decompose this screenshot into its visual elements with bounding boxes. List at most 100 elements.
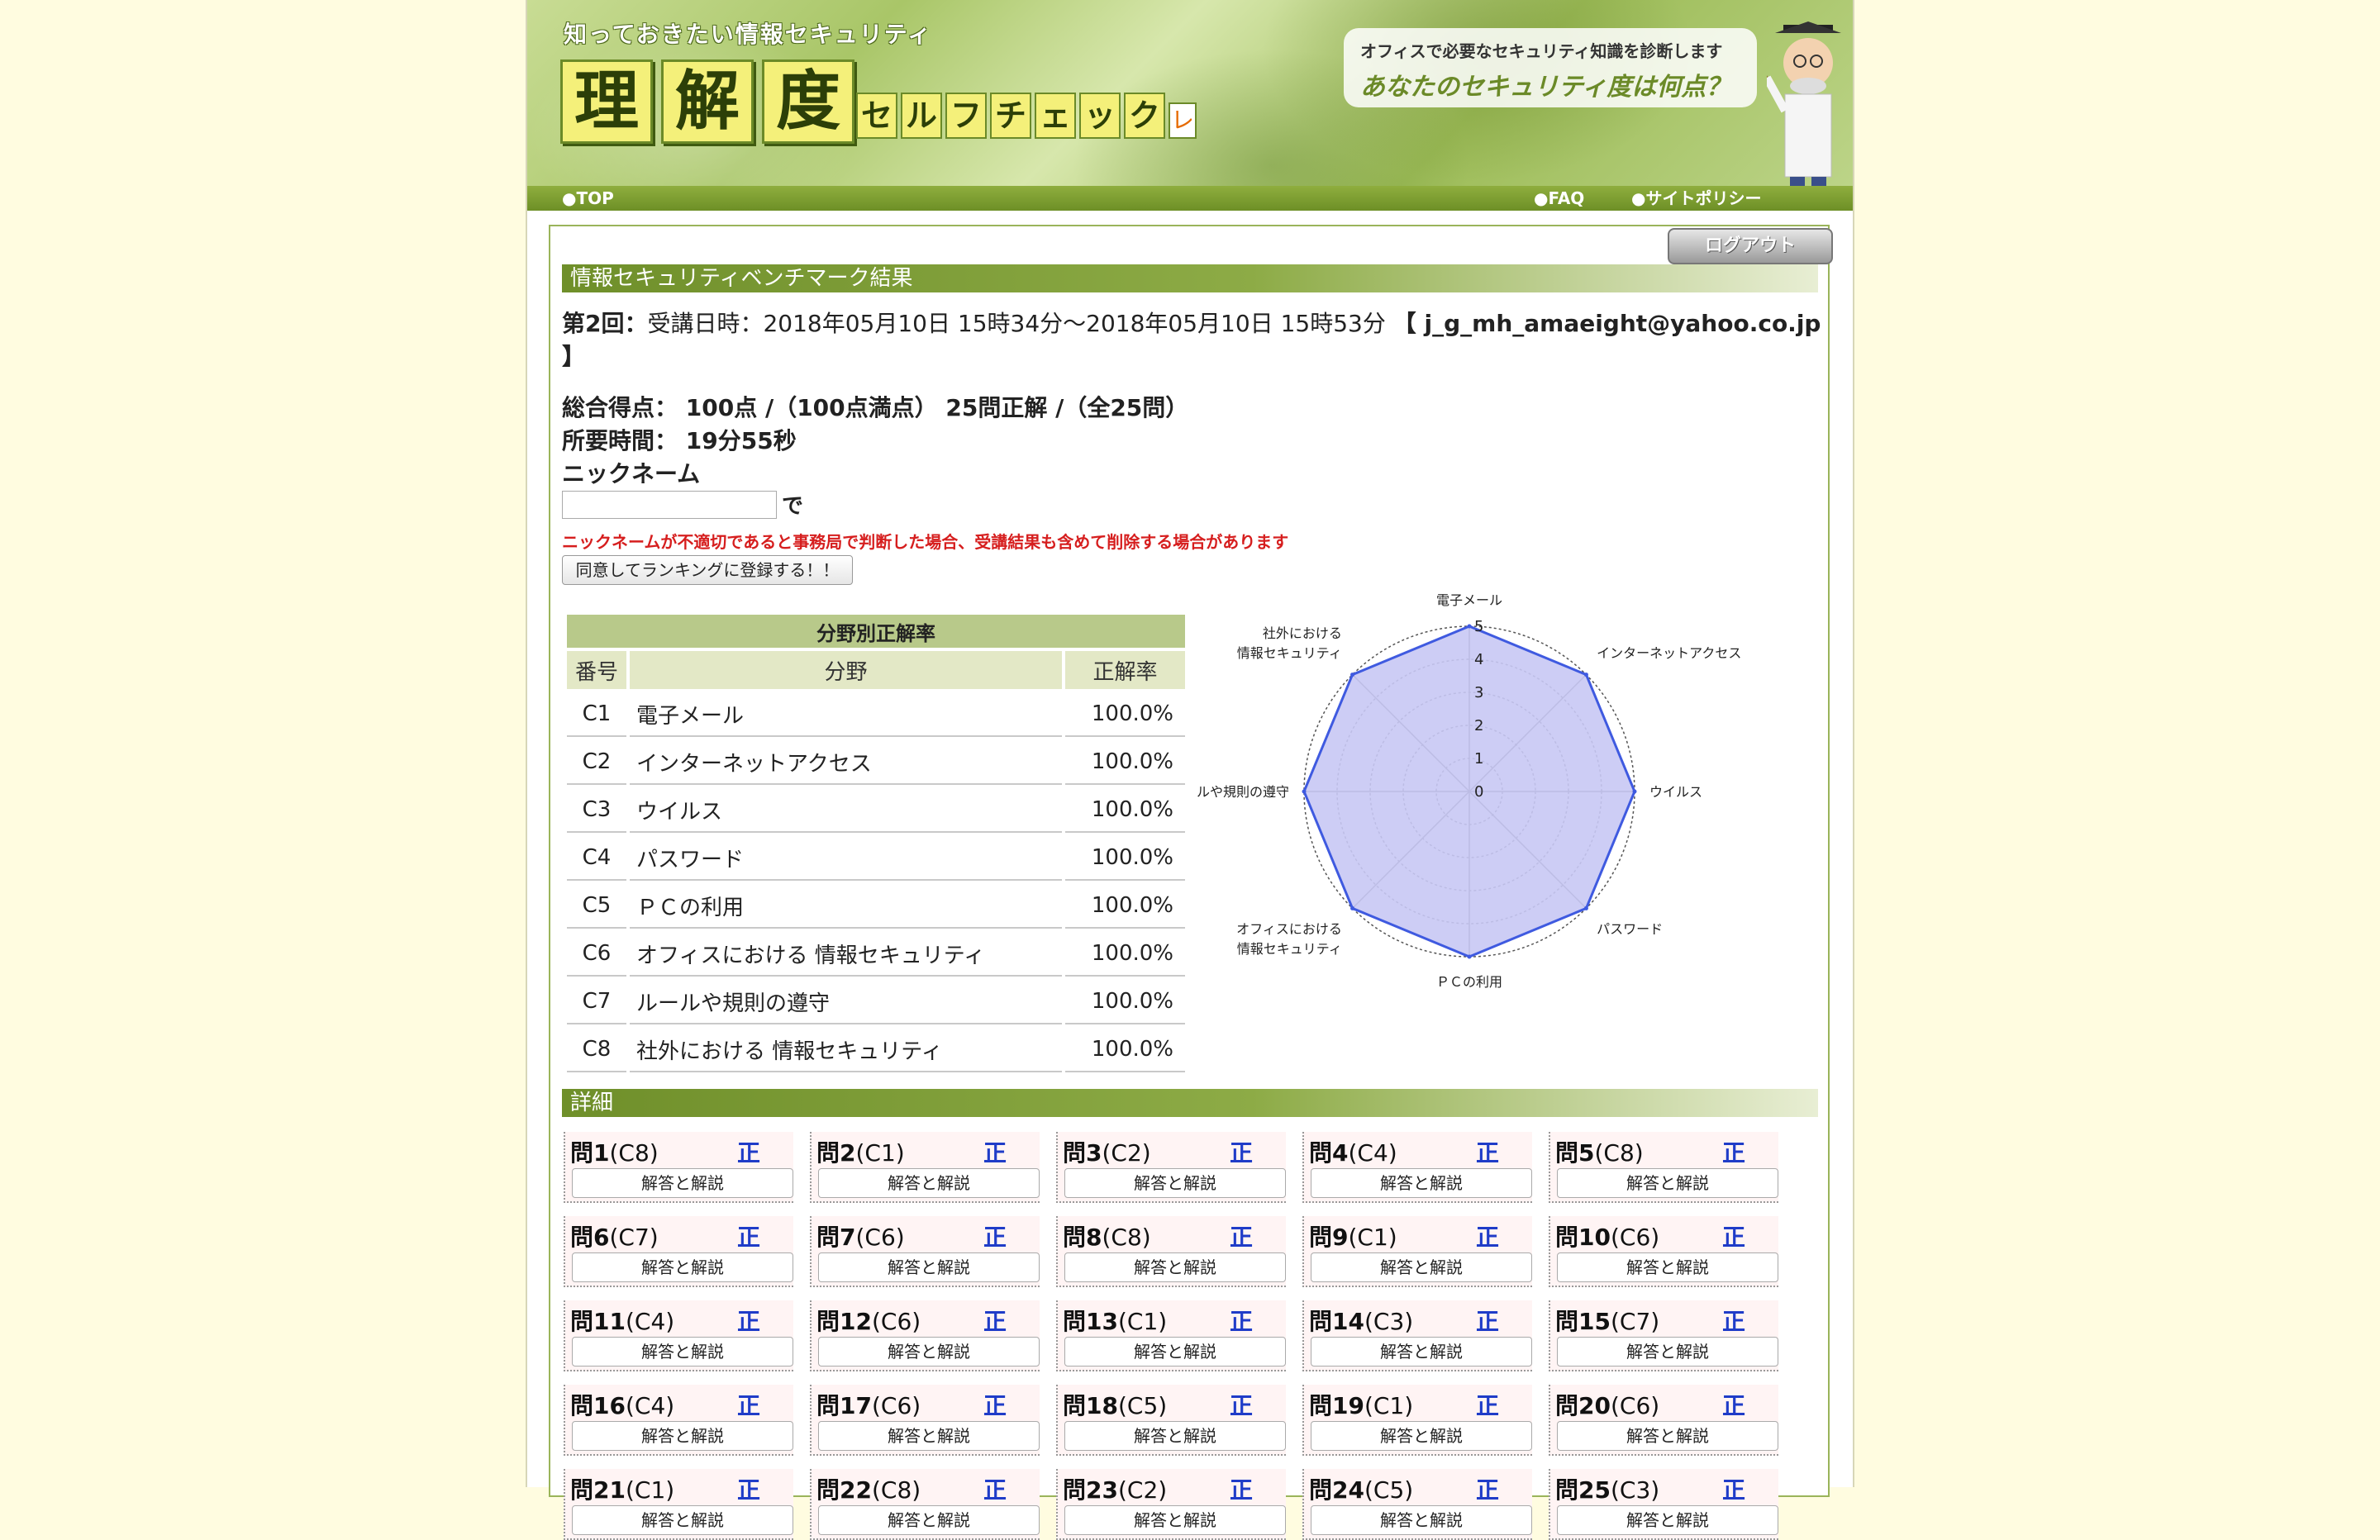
explanation-button[interactable]: 解答と解説 <box>818 1337 1040 1367</box>
cell-rate: 100.0% <box>1065 740 1185 785</box>
correct-mark: 正 <box>737 1476 761 1504</box>
explanation-button[interactable]: 解答と解説 <box>1311 1505 1532 1535</box>
explanation-button[interactable]: 解答と解説 <box>1064 1252 1286 1282</box>
nav-top-link[interactable]: ●TOP <box>562 186 614 211</box>
cell-field: パスワード <box>630 836 1062 881</box>
question-card: 問3(C2) 正解答と解説 <box>1056 1132 1286 1203</box>
question-label: 問16(C4) <box>570 1392 675 1419</box>
nav-bar: ●TOP ●FAQ ●サイトポリシー <box>527 186 1853 211</box>
explanation-button[interactable]: 解答と解説 <box>1064 1421 1286 1451</box>
tagline: 知っておきたい情報セキュリティ <box>564 21 933 48</box>
explanation-button[interactable]: 解答と解説 <box>572 1252 793 1282</box>
explanation-button[interactable]: 解答と解説 <box>1311 1421 1532 1451</box>
question-label: 問11(C4) <box>570 1308 675 1335</box>
explanation-button[interactable]: 解答と解説 <box>818 1252 1040 1282</box>
radar-tick-label: 0 <box>1474 783 1483 801</box>
explanation-button[interactable]: 解答と解説 <box>1311 1337 1532 1367</box>
question-card: 問20(C6) 正解答と解説 <box>1549 1385 1778 1456</box>
nav-policy-link[interactable]: ●サイトポリシー <box>1631 186 1761 211</box>
explanation-button[interactable]: 解答と解説 <box>572 1505 793 1535</box>
question-card: 問16(C4) 正解答と解説 <box>564 1385 793 1456</box>
bubble-line2: あなたのセキュリティ度は何点？ <box>1360 73 1731 102</box>
question-card: 問21(C1) 正解答と解説 <box>564 1469 793 1540</box>
radar-category-label: インターネットアクセス <box>1597 645 1741 661</box>
correct-mark: 正 <box>737 1224 761 1251</box>
explanation-button[interactable]: 解答と解説 <box>1557 1168 1778 1198</box>
question-card: 問22(C8) 正解答と解説 <box>810 1469 1040 1540</box>
explanation-button[interactable]: 解答と解説 <box>572 1421 793 1451</box>
question-card: 問12(C6) 正解答と解説 <box>810 1300 1040 1371</box>
explanation-button[interactable]: 解答と解説 <box>1557 1421 1778 1451</box>
question-label: 問13(C1) <box>1063 1308 1168 1335</box>
question-card: 問24(C5) 正解答と解説 <box>1302 1469 1532 1540</box>
logo-char: 解 <box>661 59 754 144</box>
session-info: 第2回：受講日時：2018年05月10日 15時34分〜2018年05月10日 … <box>562 306 1821 339</box>
score-label: 総合得点： <box>562 394 678 421</box>
table-header: 番号 <box>567 651 626 689</box>
table-row: C1 電子メール 100.0% <box>567 692 1185 737</box>
correct-mark: 正 <box>1230 1476 1254 1504</box>
question-label: 問7(C6) <box>816 1224 905 1251</box>
correct-mark: 正 <box>1476 1139 1500 1167</box>
explanation-button[interactable]: 解答と解説 <box>572 1168 793 1198</box>
table-row: C2 インターネットアクセス 100.0% <box>567 740 1185 785</box>
explanation-button[interactable]: 解答と解説 <box>818 1505 1040 1535</box>
cell-number: C6 <box>567 932 626 977</box>
cell-field: ＰＣの利用 <box>630 884 1062 929</box>
radar-point <box>1467 954 1472 959</box>
logo-sub: セ ル フ チ ェ ッ ク レ <box>856 93 1197 139</box>
cell-field: 電子メール <box>630 692 1062 737</box>
correct-mark: 正 <box>1230 1308 1254 1335</box>
explanation-button[interactable]: 解答と解説 <box>1557 1505 1778 1535</box>
cell-rate: 100.0% <box>1065 836 1185 881</box>
radar-tick-label: 3 <box>1474 684 1483 701</box>
radar-category-label: オフィスにおける <box>1236 921 1342 937</box>
professor-mascot-icon <box>1767 21 1841 186</box>
table-header: 正解率 <box>1065 651 1185 689</box>
table-row: C8 社外における 情報セキュリティ 100.0% <box>567 1028 1185 1072</box>
radar-category-label: パスワード <box>1597 921 1663 937</box>
radar-point <box>1302 789 1307 794</box>
question-card: 問2(C1) 正解答と解説 <box>810 1132 1040 1203</box>
explanation-button[interactable]: 解答と解説 <box>1557 1337 1778 1367</box>
radar-category-label: ルールや規則の遵守 <box>1197 784 1289 800</box>
cell-rate: 100.0% <box>1065 932 1185 977</box>
explanation-button[interactable]: 解答と解説 <box>1064 1168 1286 1198</box>
register-ranking-button[interactable]: 同意してランキングに登録する！！ <box>562 555 853 585</box>
de-label: で <box>782 494 804 519</box>
question-label: 問17(C6) <box>816 1392 921 1419</box>
explanation-button[interactable]: 解答と解説 <box>818 1168 1040 1198</box>
session-datetime: 受講日時：2018年05月10日 15時34分〜2018年05月10日 15時5… <box>647 310 1386 337</box>
question-label: 問21(C1) <box>570 1476 675 1504</box>
explanation-button[interactable]: 解答と解説 <box>1311 1168 1532 1198</box>
cell-number: C8 <box>567 1028 626 1072</box>
question-label: 問18(C5) <box>1063 1392 1168 1419</box>
question-label: 問24(C5) <box>1309 1476 1414 1504</box>
question-card: 問10(C6) 正解答と解説 <box>1549 1216 1778 1287</box>
explanation-button[interactable]: 解答と解説 <box>1064 1337 1286 1367</box>
nav-faq-link[interactable]: ●FAQ <box>1534 186 1584 211</box>
explanation-button[interactable]: 解答と解説 <box>1311 1252 1532 1282</box>
explanation-button[interactable]: 解答と解説 <box>1557 1252 1778 1282</box>
correct-mark: 正 <box>737 1139 761 1167</box>
explanation-button[interactable]: 解答と解説 <box>572 1337 793 1367</box>
logout-button[interactable]: ログアウト <box>1668 228 1833 264</box>
radar-chart: 0 1 2 3 4 5 電子メールインターネットアクセスウイルスパスワード ＰＣの利用 オフィス… <box>1197 592 1741 990</box>
nickname-warning: ニックネームが不適切であると事務局で判断した場合、受講結果も含めて削除する場合が… <box>562 532 1289 552</box>
logo-main[interactable]: 理 解 度 <box>560 59 854 144</box>
explanation-button[interactable]: 解答と解説 <box>818 1421 1040 1451</box>
nickname-label: ニックネーム <box>562 460 701 487</box>
correct-mark: 正 <box>1722 1392 1746 1419</box>
correct-mark: 正 <box>1722 1308 1746 1335</box>
round-label: 第2回： <box>562 310 648 337</box>
cell-rate: 100.0% <box>1065 884 1185 929</box>
nickname-input[interactable] <box>562 491 777 519</box>
question-card: 問8(C8) 正解答と解説 <box>1056 1216 1286 1287</box>
question-label: 問19(C1) <box>1309 1392 1414 1419</box>
cell-rate: 100.0% <box>1065 692 1185 737</box>
explanation-button[interactable]: 解答と解説 <box>1064 1505 1286 1535</box>
table-row: C6 オフィスにおける 情報セキュリティ 100.0% <box>567 932 1185 977</box>
radar-category-label: 情報セキュリティ <box>1237 645 1342 661</box>
radar-tick-label: 1 <box>1474 750 1483 768</box>
table-header: 分野 <box>630 651 1062 689</box>
